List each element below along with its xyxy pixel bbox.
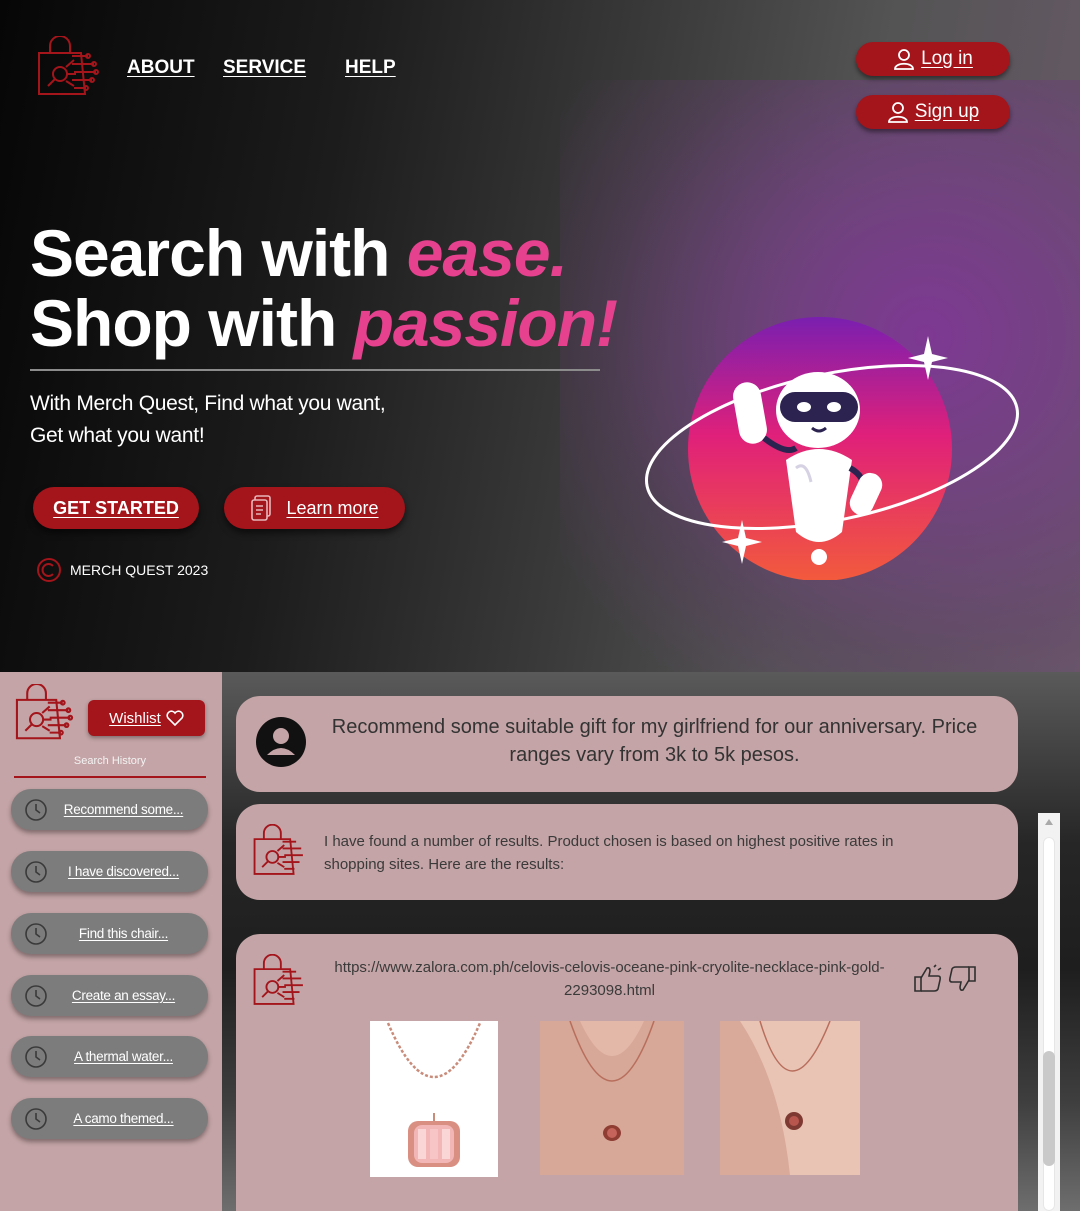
nav-service-link[interactable]: SERVICE	[223, 57, 306, 79]
history-item[interactable]: Find this chair...	[11, 913, 208, 954]
clock-icon	[25, 923, 47, 945]
scroll-thumb[interactable]	[1043, 1051, 1055, 1166]
history-item-label: I have discovered...	[67, 864, 180, 879]
user-avatar-icon	[256, 717, 306, 767]
result-url-link[interactable]: https://www.zalora.com.ph/celovis-celovi…	[331, 956, 888, 1002]
nav-help-link[interactable]: HELP	[345, 57, 396, 79]
headline-line1: Search with	[30, 216, 407, 290]
hero-subtitle-line1: With Merch Quest, Find what you want,	[30, 392, 386, 415]
hero-headline: Search with ease. Shop with passion!	[30, 216, 618, 360]
history-item-label: A thermal water...	[74, 1049, 173, 1064]
history-item-label: Create an essay...	[71, 988, 176, 1003]
copyright-icon	[37, 558, 61, 582]
chat-app: Wishlist Search History Recommend some..…	[0, 672, 1080, 1211]
thumbs-down-icon[interactable]	[946, 964, 978, 994]
result-card: https://www.zalora.com.ph/celovis-celovi…	[236, 934, 1018, 1211]
shopping-bag-logo-icon[interactable]	[14, 684, 76, 742]
clock-icon	[25, 985, 47, 1007]
search-history-title: Search History	[73, 755, 147, 767]
clock-icon	[25, 1108, 47, 1130]
thumbs-up-icon[interactable]	[912, 964, 944, 994]
copyright-text: MERCH QUEST 2023	[70, 562, 209, 578]
user-icon	[894, 49, 915, 70]
headline-accent-ease: ease.	[406, 216, 568, 290]
chat-scrollbar[interactable]	[1038, 813, 1060, 1211]
scroll-up-arrow-icon[interactable]	[1045, 819, 1053, 825]
history-item[interactable]: A camo themed...	[11, 1098, 208, 1139]
bot-message: I have found a number of results. Produc…	[236, 804, 1018, 900]
hero-section: ABOUT SERVICE HELP Log in Sign up Search…	[0, 0, 1080, 672]
user-message-text: Recommend some suitable gift for my girl…	[331, 716, 978, 766]
headline-accent-passion: passion!	[353, 286, 618, 360]
bot-message-text: I have found a number of results. Produc…	[324, 833, 894, 873]
product-image[interactable]	[540, 1021, 684, 1175]
headline-line2: Shop with	[30, 286, 354, 360]
copyright-notice: MERCH QUEST 2023	[36, 557, 208, 583]
clock-icon	[25, 1046, 47, 1068]
shopping-bag-logo-icon[interactable]	[36, 36, 102, 98]
search-history-divider	[14, 776, 206, 778]
clock-icon	[25, 799, 47, 821]
nav-about-link[interactable]: ABOUT	[127, 57, 195, 79]
login-button[interactable]: Log in	[856, 42, 1010, 76]
history-item-label: Recommend some...	[63, 802, 184, 817]
shopping-bag-logo-icon	[253, 824, 303, 875]
hero-subtitle-line2: Get what you want!	[30, 424, 205, 447]
product-image[interactable]	[370, 1021, 498, 1177]
robot-mascot-icon	[645, 317, 1019, 580]
history-item[interactable]: Create an essay...	[11, 975, 208, 1016]
history-item-label: Find this chair...	[78, 926, 169, 941]
history-item[interactable]: A thermal water...	[11, 1036, 208, 1077]
clock-icon	[25, 861, 47, 883]
login-label: Log in	[921, 48, 973, 69]
history-item[interactable]: Recommend some...	[11, 789, 208, 830]
heart-icon	[166, 710, 184, 726]
product-image[interactable]	[720, 1021, 860, 1175]
shopping-bag-logo-icon	[253, 954, 303, 1005]
user-message: Recommend some suitable gift for my girl…	[236, 696, 1018, 792]
document-icon	[251, 495, 272, 521]
wishlist-label: Wishlist	[109, 709, 161, 727]
learn-more-button[interactable]: Learn more	[224, 487, 405, 529]
user-icon	[887, 102, 908, 123]
hero-divider	[30, 369, 600, 371]
wishlist-button[interactable]: Wishlist	[88, 700, 205, 736]
sidebar: Wishlist Search History Recommend some..…	[0, 672, 222, 1211]
get-started-button[interactable]: GET STARTED	[33, 487, 199, 529]
learn-more-label: Learn more	[286, 497, 379, 518]
signup-button[interactable]: Sign up	[856, 95, 1010, 129]
signup-label: Sign up	[914, 101, 980, 122]
history-item-label: A camo themed...	[73, 1111, 174, 1126]
history-item[interactable]: I have discovered...	[11, 851, 208, 892]
